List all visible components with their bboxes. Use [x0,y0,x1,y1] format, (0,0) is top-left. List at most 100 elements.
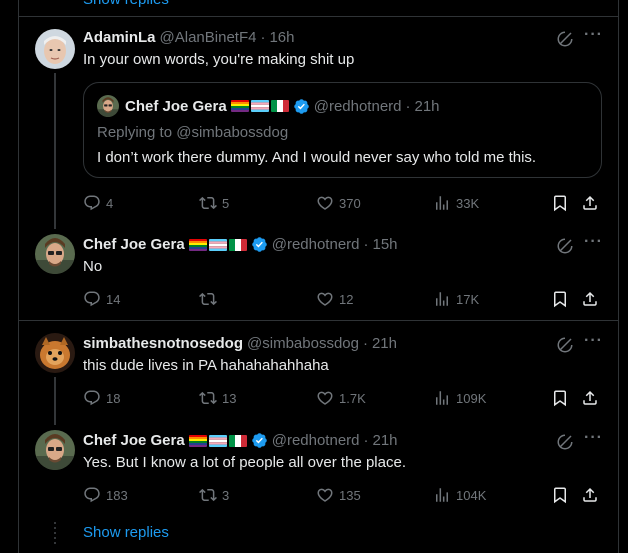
views-icon [433,486,451,504]
author-name[interactable]: simbathesnotnosedog [83,335,243,352]
thread-continuation [54,522,56,547]
action-bar: 18 13 1.7K 109K [83,388,618,408]
post-text: In your own words, you're making shit up [83,51,355,68]
post-text: this dude lives in PA hahahahahhaha [83,357,329,374]
share-icon [581,486,599,504]
action-bar: 14 12 17K [83,289,618,309]
avatar[interactable] [35,29,75,69]
pride-flag-icon [189,435,207,447]
reply-button[interactable]: 183 [83,485,128,505]
more-icon[interactable]: ··· [584,233,603,251]
bookmark-icon [551,486,569,504]
views-button[interactable]: 104K [433,485,486,505]
quote-author-handle: @redhotnerd [313,97,402,115]
like-count: 1.7K [339,390,366,406]
quote-text: I don’t work there dummy. And I would ne… [97,149,537,166]
trans-flag-icon [209,239,227,251]
post-time[interactable]: 21h [373,432,398,449]
more-icon[interactable]: ··· [584,26,603,44]
bookmark-button[interactable] [551,289,569,309]
reply-count: 18 [106,390,121,406]
separator-dot: · [363,432,369,449]
avatar[interactable] [35,234,75,274]
views-icon [433,290,451,308]
repost-count: 13 [222,390,237,406]
quote-time: 21h [414,97,440,115]
repost-count: 5 [222,195,230,211]
bookmark-button[interactable] [551,485,569,505]
like-button[interactable]: 1.7K [316,388,366,408]
italy-flag-icon [229,435,247,447]
share-icon [581,389,599,407]
views-button[interactable]: 17K [433,289,479,309]
reply-button[interactable]: 4 [83,193,113,213]
divider [19,16,618,17]
like-count: 12 [339,291,354,307]
bookmark-icon [551,389,569,407]
post-time[interactable]: 16h [269,29,294,46]
like-button[interactable]: 370 [316,193,361,213]
post-time[interactable]: 21h [372,335,397,352]
author-handle[interactable]: @AlanBinetF4 [160,29,257,46]
share-icon [581,290,599,308]
reply-button[interactable]: 18 [83,388,120,408]
share-button[interactable] [581,388,599,408]
grok-icon[interactable] [556,433,574,451]
share-button[interactable] [581,289,599,309]
pride-flag-icon [189,239,207,251]
avatar[interactable] [35,430,75,470]
quote-author-name: Chef Joe Gera [125,97,227,115]
view-count: 17K [456,291,480,307]
action-bar: 4 5 370 33K [83,193,618,213]
like-icon [316,194,334,212]
repost-button[interactable]: 5 [199,193,229,213]
italy-flag-icon [271,100,289,112]
repost-button[interactable]: 13 [199,388,236,408]
italy-flag-icon [229,239,247,251]
more-icon[interactable]: ··· [584,429,603,447]
author-handle[interactable]: @simbabossdog [247,335,359,352]
post-header: Chef Joe Gera @redhotnerd · 15h [83,236,398,253]
share-icon [581,194,599,212]
separator-dot: · [405,97,411,115]
quoted-post[interactable]: Chef Joe Gera @redhotnerd · 21h Replying… [83,82,602,178]
quote-avatar [97,95,119,117]
views-button[interactable]: 109K [433,388,486,408]
show-replies-link[interactable]: Show replies [83,524,169,541]
separator-dot: · [362,335,368,352]
grok-icon[interactable] [556,30,574,48]
like-button[interactable]: 135 [316,485,361,505]
author-name[interactable]: AdaminLa [83,29,156,46]
author-handle[interactable]: @redhotnerd [272,432,360,449]
view-count: 33K [456,195,480,211]
grok-icon[interactable] [556,237,574,255]
post-text: Yes. But I know a lot of people all over… [83,454,406,471]
view-count: 109K [456,390,487,406]
bookmark-button[interactable] [551,388,569,408]
share-button[interactable] [581,485,599,505]
verified-icon [251,236,268,253]
repost-button[interactable] [199,289,222,309]
like-button[interactable]: 12 [316,289,353,309]
bookmark-button[interactable] [551,193,569,213]
pride-flag-icon [231,100,249,112]
top-show-replies-link[interactable]: Show replies [83,0,169,8]
reply-button[interactable]: 14 [83,289,120,309]
verified-icon [251,432,268,449]
grok-icon[interactable] [556,336,574,354]
reply-count: 4 [106,195,114,211]
author-name[interactable]: Chef Joe Gera [83,236,185,253]
author-name[interactable]: Chef Joe Gera [83,432,185,449]
author-handle[interactable]: @redhotnerd [272,236,360,253]
repost-button[interactable]: 3 [199,485,229,505]
views-button[interactable]: 33K [433,193,479,213]
separator-dot: · [260,29,266,46]
separator-dot: · [363,236,369,253]
share-button[interactable] [581,193,599,213]
repost-icon [199,389,217,407]
repost-count: 3 [222,487,230,503]
avatar[interactable] [35,333,75,373]
post-time[interactable]: 15h [373,236,398,253]
more-icon[interactable]: ··· [584,332,603,350]
like-count: 370 [339,195,361,211]
